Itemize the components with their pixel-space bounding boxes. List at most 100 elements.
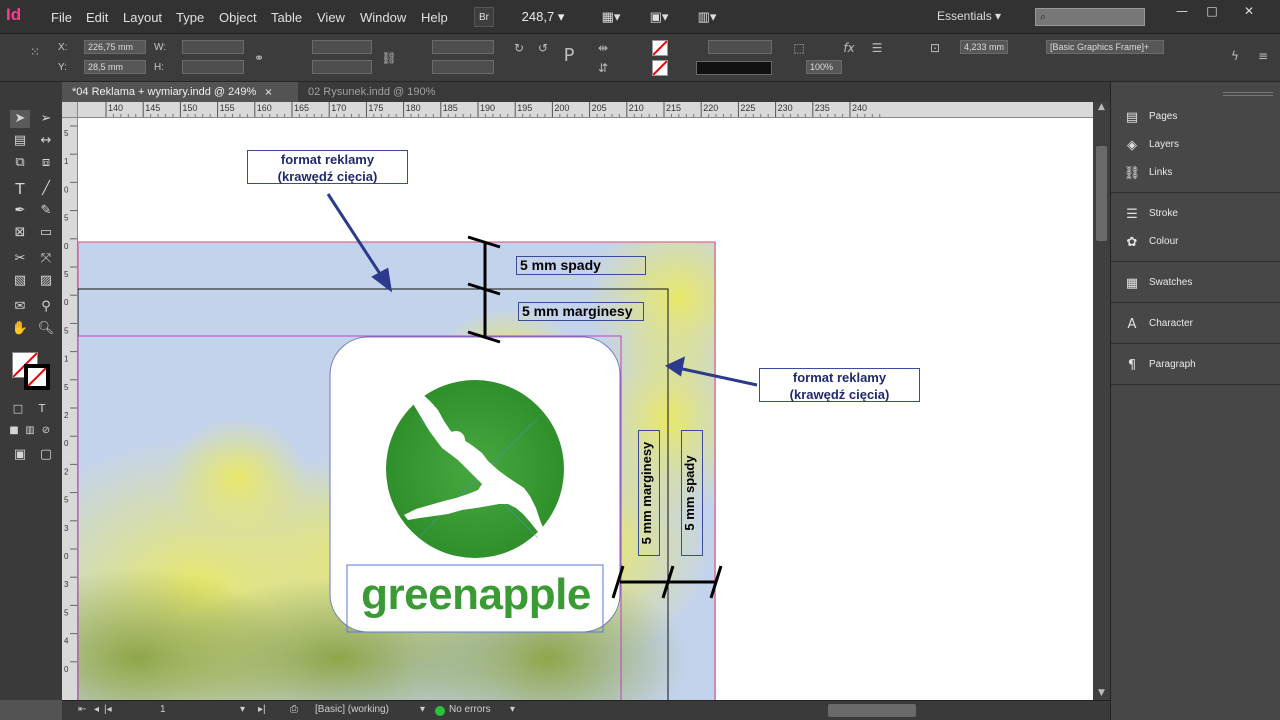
annotation-trim-right[interactable]: format reklamy (krawędź cięcia) [759, 368, 920, 402]
direct-selection-tool-icon[interactable]: ➢ [36, 110, 56, 128]
rectangle-frame-tool-icon[interactable]: ⊠ [10, 224, 30, 242]
scissors-tool-icon[interactable]: ✂ [10, 250, 30, 268]
menu-file[interactable]: File [51, 10, 72, 25]
preflight-icon[interactable]: ⎙ [290, 704, 298, 715]
object-style-dropdown[interactable]: [Basic Graphics Frame]+ [1046, 40, 1164, 54]
screen-mode-icon[interactable]: ▣▾ [644, 7, 674, 27]
stroke-type-dropdown[interactable] [696, 61, 772, 75]
panel-layers[interactable]: ◈ Layers [1111, 132, 1280, 160]
gradient-feather-tool-icon[interactable]: ▨ [36, 272, 56, 290]
errors-status[interactable]: No errors [449, 704, 491, 715]
search-input[interactable]: ⌕ [1035, 8, 1145, 26]
panel-links[interactable]: ⛓ Links [1111, 160, 1280, 188]
menu-layout[interactable]: Layout [123, 10, 162, 25]
label-bleed-horizontal[interactable]: 5 mm spady [516, 256, 646, 275]
annotation-trim-top[interactable]: format reklamy (krawędź cięcia) [247, 150, 408, 184]
page-number-field[interactable]: 1 [160, 704, 166, 715]
arrange-documents-icon[interactable]: ▥▾ [692, 7, 722, 27]
free-transform-tool-icon[interactable]: ⤧ [36, 250, 56, 268]
logo-text[interactable]: greenapple [350, 565, 602, 625]
y-position-field[interactable]: 28,5 mm [84, 60, 146, 74]
rotate-90-cw-icon[interactable]: ↻ [510, 40, 528, 56]
view-options-icon[interactable]: ▦▾ [596, 7, 626, 27]
reference-point-icon[interactable]: ⁙ [26, 44, 44, 60]
label-margin-horizontal[interactable]: 5 mm marginesy [518, 302, 644, 321]
width-field[interactable] [182, 40, 244, 54]
menu-table[interactable]: Table [271, 10, 302, 25]
fill-swatch[interactable] [652, 40, 668, 56]
link-scale-icon[interactable]: ⛓ [380, 50, 398, 66]
content-placer-icon[interactable]: ⧈ [36, 154, 56, 172]
close-tab-icon[interactable]: × [264, 87, 272, 98]
vertical-ruler[interactable]: 51050505152025303540 [62, 118, 78, 700]
horizontal-scroll-thumb[interactable] [828, 704, 916, 717]
flip-horizontal-icon[interactable]: ⇹ [594, 40, 612, 56]
ruler-origin[interactable] [62, 102, 78, 118]
preflight-profile[interactable]: [Basic] (working) [315, 704, 389, 715]
scroll-down-icon[interactable]: ▼ [1093, 688, 1110, 700]
gap-tool-icon[interactable]: ↔ [36, 132, 56, 150]
formatting-text-icon[interactable]: T [32, 400, 52, 418]
vertical-scrollbar[interactable]: ▲ ▼ [1093, 102, 1110, 700]
effects-icon[interactable]: fx [840, 40, 858, 56]
selection-tool-icon[interactable]: ➤ [10, 110, 30, 128]
note-tool-icon[interactable]: ✉ [10, 298, 30, 316]
stroke-swatch[interactable] [652, 60, 668, 76]
rectangle-tool-icon[interactable]: ▭ [36, 224, 56, 242]
frame-fitting-icon[interactable]: ⬚ [790, 40, 808, 56]
opacity-field[interactable]: 100% [806, 60, 842, 74]
normal-view-icon[interactable]: ▣ [10, 446, 30, 464]
rotate-90-ccw-icon[interactable]: ↺ [534, 40, 552, 56]
panel-swatches[interactable]: ▦ Swatches [1111, 270, 1280, 298]
scroll-up-icon[interactable]: ▲ [1093, 102, 1110, 114]
menu-object[interactable]: Object [219, 10, 257, 25]
bridge-button[interactable]: Br [474, 7, 494, 27]
minimize-button[interactable]: — [1168, 4, 1196, 20]
type-tool-icon[interactable]: T [10, 180, 30, 198]
label-margin-vertical-frame[interactable]: 5 mm marginesy [638, 430, 660, 556]
zoom-level-field[interactable]: 248,7 ▾ [508, 7, 578, 27]
rotation-field[interactable] [432, 40, 494, 54]
pencil-tool-icon[interactable]: ✎ [36, 202, 56, 220]
content-collector-icon[interactable]: ⧉ [10, 154, 30, 172]
panel-pages[interactable]: ▤ Pages [1111, 104, 1280, 132]
stroke-weight-dropdown[interactable] [708, 40, 772, 54]
flip-vertical-icon[interactable]: ⇵ [594, 60, 612, 76]
line-tool-icon[interactable]: ╱ [36, 180, 56, 198]
formatting-container-icon[interactable]: □ [8, 400, 28, 418]
stroke-weight-field[interactable]: 4,233 mm [960, 40, 1008, 54]
preview-mode-icon[interactable]: ▢ [36, 446, 56, 464]
height-field[interactable] [182, 60, 244, 74]
panel-stroke[interactable]: ☰ Stroke [1111, 201, 1280, 229]
horizontal-ruler[interactable]: 140 145 150 155 160 165 170 175 180 185 190 195 200 2… [78, 102, 1093, 118]
align-icon[interactable]: ☰ [868, 40, 886, 56]
panel-paragraph[interactable]: ¶ Paragraph [1111, 352, 1280, 380]
menu-help[interactable]: Help [421, 10, 448, 25]
document-canvas[interactable]: greenapple format reklamy (krawędź cięci… [78, 118, 1093, 700]
workspace-switcher[interactable]: Essentials ▾ [937, 9, 1001, 23]
x-position-field[interactable]: 226,75 mm [84, 40, 146, 54]
shear-field[interactable] [432, 60, 494, 74]
label-bleed-vertical-frame[interactable]: 5 mm spady [681, 430, 703, 556]
page-tool-icon[interactable]: ▤ [10, 132, 30, 150]
page-dropdown-icon[interactable]: ▾ [240, 704, 245, 715]
profile-dropdown-icon[interactable]: ▾ [420, 704, 425, 715]
menu-view[interactable]: View [317, 10, 345, 25]
apply-none-icon[interactable]: ⊘ [36, 422, 56, 440]
panel-colour[interactable]: ✿ Colour [1111, 229, 1280, 257]
panel-menu-icon[interactable]: ≡ [1254, 48, 1272, 64]
zoom-tool-icon[interactable]: 🔍︎ [36, 320, 56, 338]
scale-y-field[interactable] [312, 60, 372, 74]
first-page-icon[interactable]: ⇤ [78, 704, 86, 715]
menu-type[interactable]: Type [176, 10, 204, 25]
close-button[interactable]: ✕ [1235, 4, 1263, 20]
previous-page-icon[interactable]: ◂ [94, 704, 99, 715]
menu-edit[interactable]: Edit [86, 10, 108, 25]
panel-grip[interactable] [1223, 92, 1273, 96]
errors-dropdown-icon[interactable]: ▾ [510, 704, 515, 715]
eyedropper-tool-icon[interactable]: ⚲ [36, 298, 56, 316]
tab-active-document[interactable]: *04 Reklama + wymiary.indd @ 249% × [62, 82, 298, 102]
stroke-color-swatch[interactable] [24, 364, 50, 390]
scale-x-field[interactable] [312, 40, 372, 54]
hand-tool-icon[interactable]: ✋ [10, 320, 30, 338]
